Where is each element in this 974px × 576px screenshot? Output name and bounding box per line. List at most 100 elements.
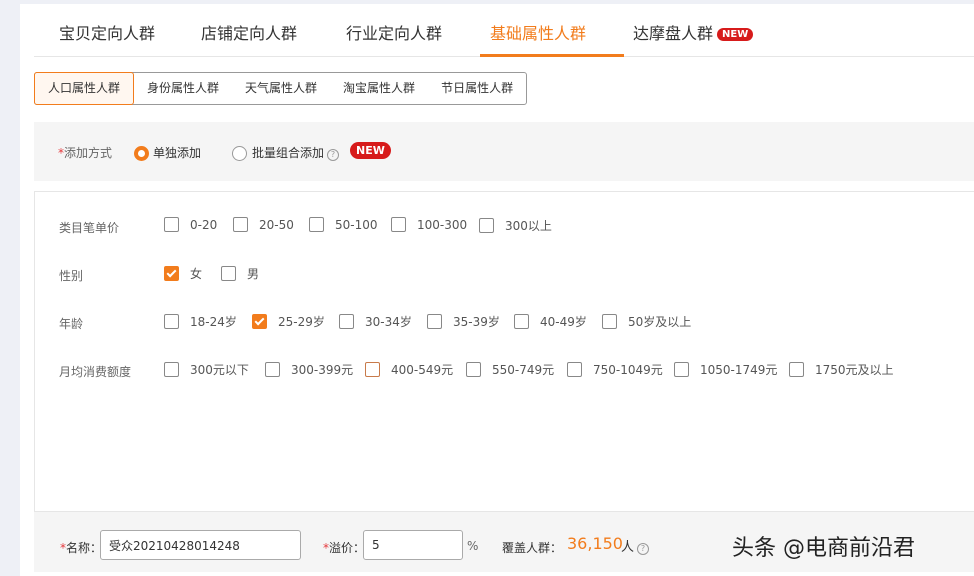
label-text: 名称： bbox=[66, 541, 102, 555]
option-label: 300元以下 bbox=[190, 361, 249, 378]
name-input[interactable] bbox=[100, 530, 301, 560]
label-text: 溢价： bbox=[329, 541, 365, 555]
tab-basic-attr-crowd[interactable]: 基础属性人群 bbox=[490, 20, 586, 44]
tab-shop-crowd[interactable]: 店铺定向人群 bbox=[201, 20, 297, 44]
checkbox-icon[interactable] bbox=[514, 314, 529, 329]
attribute-row: 类目笔单价 0-20 20-50 50-100 100-300 300以上 bbox=[35, 217, 974, 237]
checkbox-icon[interactable] bbox=[567, 362, 582, 377]
option-checkbox[interactable]: 300-399元 bbox=[265, 361, 353, 378]
option-label: 50岁及以上 bbox=[628, 313, 691, 330]
checkbox-icon[interactable] bbox=[789, 362, 804, 377]
checkbox-icon[interactable] bbox=[339, 314, 354, 329]
help-icon[interactable]: ? bbox=[637, 543, 649, 555]
option-label: 20-50 bbox=[259, 218, 294, 232]
checkbox-icon[interactable] bbox=[233, 217, 248, 232]
subtab-holiday[interactable]: 节日属性人群 bbox=[428, 73, 526, 104]
checkbox-icon[interactable] bbox=[479, 218, 494, 233]
checkbox-icon[interactable] bbox=[164, 266, 179, 281]
option-checkbox[interactable]: 0-20 bbox=[164, 217, 217, 232]
checkbox-icon[interactable] bbox=[674, 362, 689, 377]
checkbox-icon[interactable] bbox=[221, 266, 236, 281]
option-label: 40-49岁 bbox=[540, 313, 587, 330]
add-mode-label: *添加方式 bbox=[58, 144, 112, 161]
option-checkbox[interactable]: 女 bbox=[164, 265, 202, 282]
attribute-form: 类目笔单价 0-20 20-50 50-100 100-300 300以上性别 女 男年龄 18… bbox=[34, 191, 974, 512]
option-label: 1750元及以上 bbox=[815, 361, 894, 378]
attribute-row: 月均消费额度 300元以下 300-399元 400-549元 550-749元 750-… bbox=[35, 361, 974, 381]
checkbox-icon[interactable] bbox=[252, 314, 267, 329]
option-checkbox[interactable]: 男 bbox=[221, 265, 259, 282]
attribute-row: 性别 女 男 bbox=[35, 265, 974, 285]
option-label: 300-399元 bbox=[291, 361, 353, 378]
option-checkbox[interactable]: 550-749元 bbox=[466, 361, 554, 378]
checkbox-icon[interactable] bbox=[602, 314, 617, 329]
premium-input[interactable] bbox=[363, 530, 463, 560]
option-checkbox[interactable]: 40-49岁 bbox=[514, 313, 587, 330]
option-checkbox[interactable]: 25-29岁 bbox=[252, 313, 325, 330]
option-label: 18-24岁 bbox=[190, 313, 237, 330]
unit-text: 人 bbox=[621, 540, 634, 555]
help-icon[interactable]: ? bbox=[327, 149, 339, 161]
radio-single-label[interactable]: 单独添加 bbox=[153, 144, 201, 161]
option-label: 35-39岁 bbox=[453, 313, 500, 330]
subtab-identity[interactable]: 身份属性人群 bbox=[134, 73, 232, 104]
option-checkbox[interactable]: 300以上 bbox=[479, 217, 552, 234]
option-checkbox[interactable]: 400-549元 bbox=[365, 361, 453, 378]
checkbox-icon[interactable] bbox=[309, 217, 324, 232]
checkbox-icon[interactable] bbox=[265, 362, 280, 377]
option-checkbox[interactable]: 1750元及以上 bbox=[789, 361, 894, 378]
subtab-population[interactable]: 人口属性人群 bbox=[34, 72, 134, 105]
option-checkbox[interactable]: 30-34岁 bbox=[339, 313, 412, 330]
option-label: 550-749元 bbox=[492, 361, 554, 378]
option-label: 女 bbox=[190, 265, 202, 282]
option-label: 男 bbox=[247, 265, 259, 282]
label-text: 批量组合添加 bbox=[252, 146, 324, 160]
option-label: 0-20 bbox=[190, 218, 217, 232]
option-checkbox[interactable]: 300元以下 bbox=[164, 361, 249, 378]
option-checkbox[interactable]: 35-39岁 bbox=[427, 313, 500, 330]
name-label: *名称： bbox=[60, 539, 102, 556]
panel: 宝贝定向人群 店铺定向人群 行业定向人群 基础属性人群 达摩盘人群 NEW 人口属… bbox=[20, 4, 974, 576]
row-label: 类目笔单价 bbox=[59, 219, 119, 236]
watermark: 头条 @电商前沿君 bbox=[732, 530, 915, 562]
option-checkbox[interactable]: 50-100 bbox=[309, 217, 378, 232]
attribute-row: 年龄 18-24岁 25-29岁 30-34岁 35-39岁 40-49岁 50岁及以上 bbox=[35, 313, 974, 333]
checkbox-icon[interactable] bbox=[365, 362, 380, 377]
option-checkbox[interactable]: 100-300 bbox=[391, 217, 467, 232]
new-badge: NEW bbox=[350, 142, 391, 159]
tab-label: 达摩盘人群 bbox=[633, 24, 713, 43]
tab-industry-crowd[interactable]: 行业定向人群 bbox=[346, 20, 442, 44]
option-label: 750-1049元 bbox=[593, 361, 663, 378]
checkbox-icon[interactable] bbox=[391, 217, 406, 232]
row-label: 年龄 bbox=[59, 315, 83, 332]
coverage-unit: 人? bbox=[621, 536, 649, 555]
option-label: 100-300 bbox=[417, 218, 467, 232]
option-checkbox[interactable]: 750-1049元 bbox=[567, 361, 663, 378]
coverage-label: 覆盖人群： bbox=[502, 539, 562, 556]
row-label: 月均消费额度 bbox=[59, 363, 131, 380]
coverage-value: 36,150 bbox=[567, 534, 623, 553]
option-label: 400-549元 bbox=[391, 361, 453, 378]
checkbox-icon[interactable] bbox=[164, 362, 179, 377]
checkbox-icon[interactable] bbox=[164, 217, 179, 232]
radio-single[interactable] bbox=[134, 146, 149, 161]
subtab-weather[interactable]: 天气属性人群 bbox=[232, 73, 330, 104]
premium-label: *溢价： bbox=[323, 539, 365, 556]
checkbox-icon[interactable] bbox=[427, 314, 442, 329]
checkbox-icon[interactable] bbox=[466, 362, 481, 377]
radio-batch[interactable] bbox=[232, 146, 247, 161]
option-checkbox[interactable]: 20-50 bbox=[233, 217, 294, 232]
option-checkbox[interactable]: 50岁及以上 bbox=[602, 313, 691, 330]
subtab-taobao[interactable]: 淘宝属性人群 bbox=[330, 73, 428, 104]
tab-damopan-crowd[interactable]: 达摩盘人群 NEW bbox=[633, 20, 753, 44]
row-label: 性别 bbox=[59, 267, 83, 284]
active-tab-underline bbox=[480, 54, 624, 57]
option-checkbox[interactable]: 1050-1749元 bbox=[674, 361, 777, 378]
main-tabs: 宝贝定向人群 店铺定向人群 行业定向人群 基础属性人群 达摩盘人群 NEW bbox=[34, 4, 974, 57]
add-mode-bar: *添加方式 单独添加 批量组合添加? NEW bbox=[34, 122, 974, 181]
new-badge: NEW bbox=[717, 28, 753, 41]
option-checkbox[interactable]: 18-24岁 bbox=[164, 313, 237, 330]
checkbox-icon[interactable] bbox=[164, 314, 179, 329]
tab-item-crowd[interactable]: 宝贝定向人群 bbox=[59, 20, 155, 44]
radio-batch-label[interactable]: 批量组合添加? bbox=[252, 144, 339, 161]
